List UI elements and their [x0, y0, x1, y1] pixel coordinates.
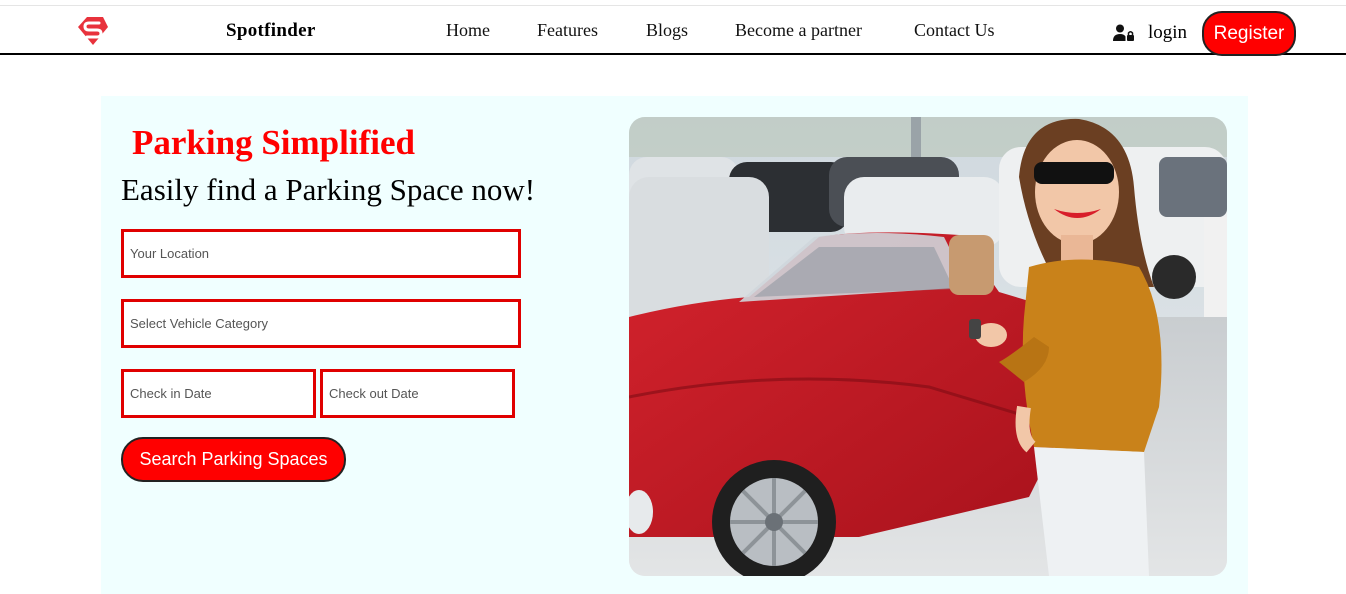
nav-contact-us[interactable]: Contact Us	[914, 20, 995, 41]
nav-become-partner[interactable]: Become a partner	[735, 20, 862, 41]
vehicle-category-select[interactable]	[121, 299, 521, 348]
checkout-date-input[interactable]	[320, 369, 515, 418]
register-button[interactable]: Register	[1202, 11, 1296, 56]
navbar: Spotfinder Home Features Blogs Become a …	[0, 6, 1346, 56]
woman-with-red-car-image	[629, 117, 1227, 576]
nav-features[interactable]: Features	[537, 20, 598, 41]
nav-blogs[interactable]: Blogs	[646, 20, 688, 41]
login-link[interactable]: login	[1148, 22, 1187, 44]
hero-section: Parking Simplified Easily find a Parking…	[101, 96, 1248, 594]
hero-headline: Parking Simplified	[132, 123, 415, 162]
search-parking-button[interactable]: Search Parking Spaces	[121, 437, 346, 482]
user-icon[interactable]	[1113, 24, 1135, 42]
nav-home[interactable]: Home	[446, 20, 490, 41]
checkin-date-input[interactable]	[121, 369, 316, 418]
location-input[interactable]	[121, 229, 521, 278]
hero-photo	[629, 117, 1227, 576]
hero-subheadline: Easily find a Parking Space now!	[121, 172, 536, 207]
spotfinder-logo-icon[interactable]	[77, 15, 109, 47]
brand-name[interactable]: Spotfinder	[226, 20, 316, 42]
